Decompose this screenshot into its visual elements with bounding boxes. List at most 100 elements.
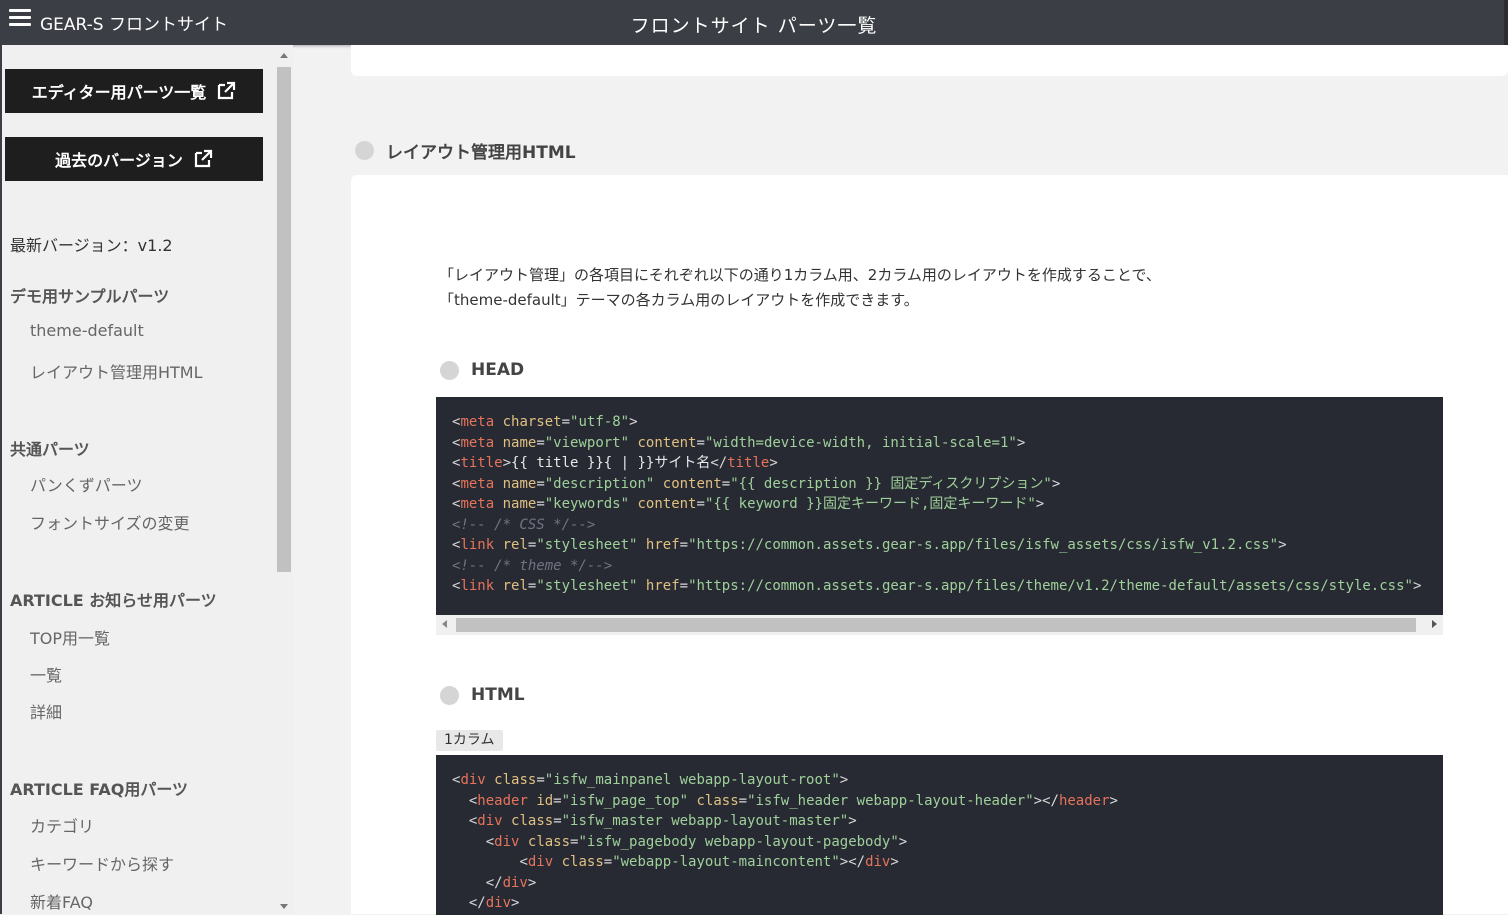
code-token: "isfw_master webapp-layout-master" — [561, 813, 849, 829]
code-token: > — [527, 874, 537, 891]
code-token: "webapp-layout-maincontent" — [612, 854, 840, 870]
sidebar-item-top-list[interactable]: TOP用一覧 — [30, 625, 110, 649]
head-title: HEAD — [471, 360, 525, 380]
code-horizontal-scrollbar[interactable] — [436, 615, 1443, 635]
code-line: <!-- /* CSS */--> — [452, 515, 1443, 536]
code-line: <meta name="viewport" content="width=dev… — [452, 433, 1443, 454]
sidebar-heading-common: 共通パーツ — [10, 440, 90, 459]
code-token: = — [553, 792, 562, 809]
code-token: div — [865, 854, 891, 870]
page-title: フロントサイト パーツ一覧 — [630, 15, 878, 37]
code-token: name — [502, 475, 537, 492]
scroll-down-arrow-icon[interactable] — [275, 898, 293, 914]
code-token: id — [536, 792, 554, 809]
sidebar-item-category[interactable]: カテゴリ — [30, 813, 94, 837]
code-token: > — [898, 833, 908, 850]
head-section-header: HEAD — [440, 360, 524, 380]
sidebar-heading-demo: デモ用サンプルパーツ — [10, 287, 170, 306]
code-line: </div> — [452, 873, 1443, 894]
horizontal-scrollbar-thumb[interactable] — [456, 618, 1416, 632]
bullet-dot-icon — [440, 360, 459, 380]
code-token: = — [536, 496, 545, 512]
code-token: div — [494, 833, 520, 850]
bullet-dot-icon — [440, 685, 459, 705]
code-token: rel — [502, 537, 528, 553]
code-token: = — [536, 434, 545, 451]
scroll-left-arrow-icon[interactable] — [442, 620, 447, 628]
sidebar-item-layout-html[interactable]: レイアウト管理用HTML — [30, 359, 203, 383]
code-line: <meta name="keywords" content="{{ keywor… — [452, 494, 1443, 515]
code-token: </ — [710, 455, 728, 471]
sidebar-item-new-faq[interactable]: 新着FAQ — [30, 889, 93, 913]
sidebar-item-keyword-search[interactable]: キーワードから探す — [30, 851, 174, 875]
code-token: = — [561, 414, 571, 430]
editor-parts-button[interactable]: エディター用パーツ一覧 — [5, 69, 263, 113]
code-token: = — [603, 854, 613, 870]
code-token: = — [679, 578, 689, 594]
code-line: <div class="isfw_master webapp-layout-ma… — [452, 811, 1443, 832]
code-token: <!-- /* theme */--> — [452, 557, 613, 574]
sidebar-item-font-size[interactable]: フォントサイズの変更 — [30, 510, 190, 534]
html-code-block[interactable]: <div class="isfw_mainpanel webapp-layout… — [436, 755, 1443, 915]
code-line: <header id="isfw_page_top" class="isfw_h… — [452, 791, 1443, 812]
code-token: "utf-8" — [570, 414, 630, 430]
code-token: "stylesheet" — [536, 537, 638, 553]
head-code-block[interactable]: <meta charset="utf-8"> <meta name="viewpo… — [436, 397, 1443, 615]
code-line: <div class="isfw_pagebody webapp-layout-… — [452, 832, 1443, 853]
code-token: "description" — [544, 475, 655, 492]
code-line: <link rel="stylesheet" href="https://com… — [452, 535, 1443, 556]
past-versions-button[interactable]: 過去のバージョン — [5, 137, 263, 181]
code-token: div — [502, 874, 528, 891]
code-token: = — [536, 772, 545, 788]
code-token: "width=device-width, initial-scale=1" — [704, 434, 1017, 451]
scroll-right-arrow-icon[interactable] — [1432, 620, 1437, 628]
code-line: <!-- /* theme */--> — [452, 556, 1443, 577]
code-token: > — [1016, 434, 1026, 451]
description-line-1: 「レイアウト管理」の各項目にそれぞれ以下の通り1カラム用、2カラム用のレイアウト… — [439, 266, 1161, 284]
code-token: <!-- /* CSS */--> — [452, 516, 596, 533]
code-line: <link rel="stylesheet" href="https://com… — [452, 576, 1443, 597]
code-token: {{ title }}{ | }}サイト名 — [511, 455, 711, 471]
code-token: = — [553, 813, 562, 829]
code-token: name — [502, 434, 537, 451]
code-token: class — [696, 792, 739, 809]
html-section-header: HTML — [440, 685, 525, 705]
header-edge — [1504, 0, 1508, 45]
code-token: name — [502, 496, 537, 512]
external-link-icon — [194, 149, 212, 168]
sidebar-item-theme-default[interactable]: theme-default — [30, 321, 144, 340]
code-token: > — [1035, 496, 1045, 512]
code-token: > — [769, 455, 778, 471]
sidebar-item-breadcrumb[interactable]: パンくずパーツ — [30, 472, 142, 496]
code-line: <meta charset="utf-8"> — [452, 412, 1443, 433]
external-link-icon — [218, 81, 236, 100]
code-token: > — [1051, 475, 1061, 492]
scroll-up-arrow-icon[interactable] — [275, 47, 293, 63]
sidebar-heading-article-faq: ARTICLE FAQ用パーツ — [10, 780, 189, 799]
code-token: = — [738, 792, 748, 809]
scrollbar-thumb[interactable] — [277, 67, 291, 572]
code-token: = — [696, 496, 705, 512]
sidebar-scrollbar[interactable] — [275, 45, 293, 914]
sidebar-item-detail[interactable]: 詳細 — [30, 699, 62, 723]
code-token: > — [1412, 578, 1422, 594]
code-token: content — [662, 475, 722, 492]
code-token: class — [511, 813, 554, 829]
code-token: div — [485, 895, 512, 911]
code-token: div — [460, 772, 486, 788]
code-token: < — [519, 854, 528, 870]
code-token: ></ — [1033, 792, 1059, 809]
code-token: > — [511, 895, 520, 911]
code-token: </ — [468, 895, 486, 911]
code-token: "isfw_header webapp-layout-header" — [747, 792, 1034, 809]
sidebar-item-list[interactable]: 一覧 — [30, 662, 62, 686]
